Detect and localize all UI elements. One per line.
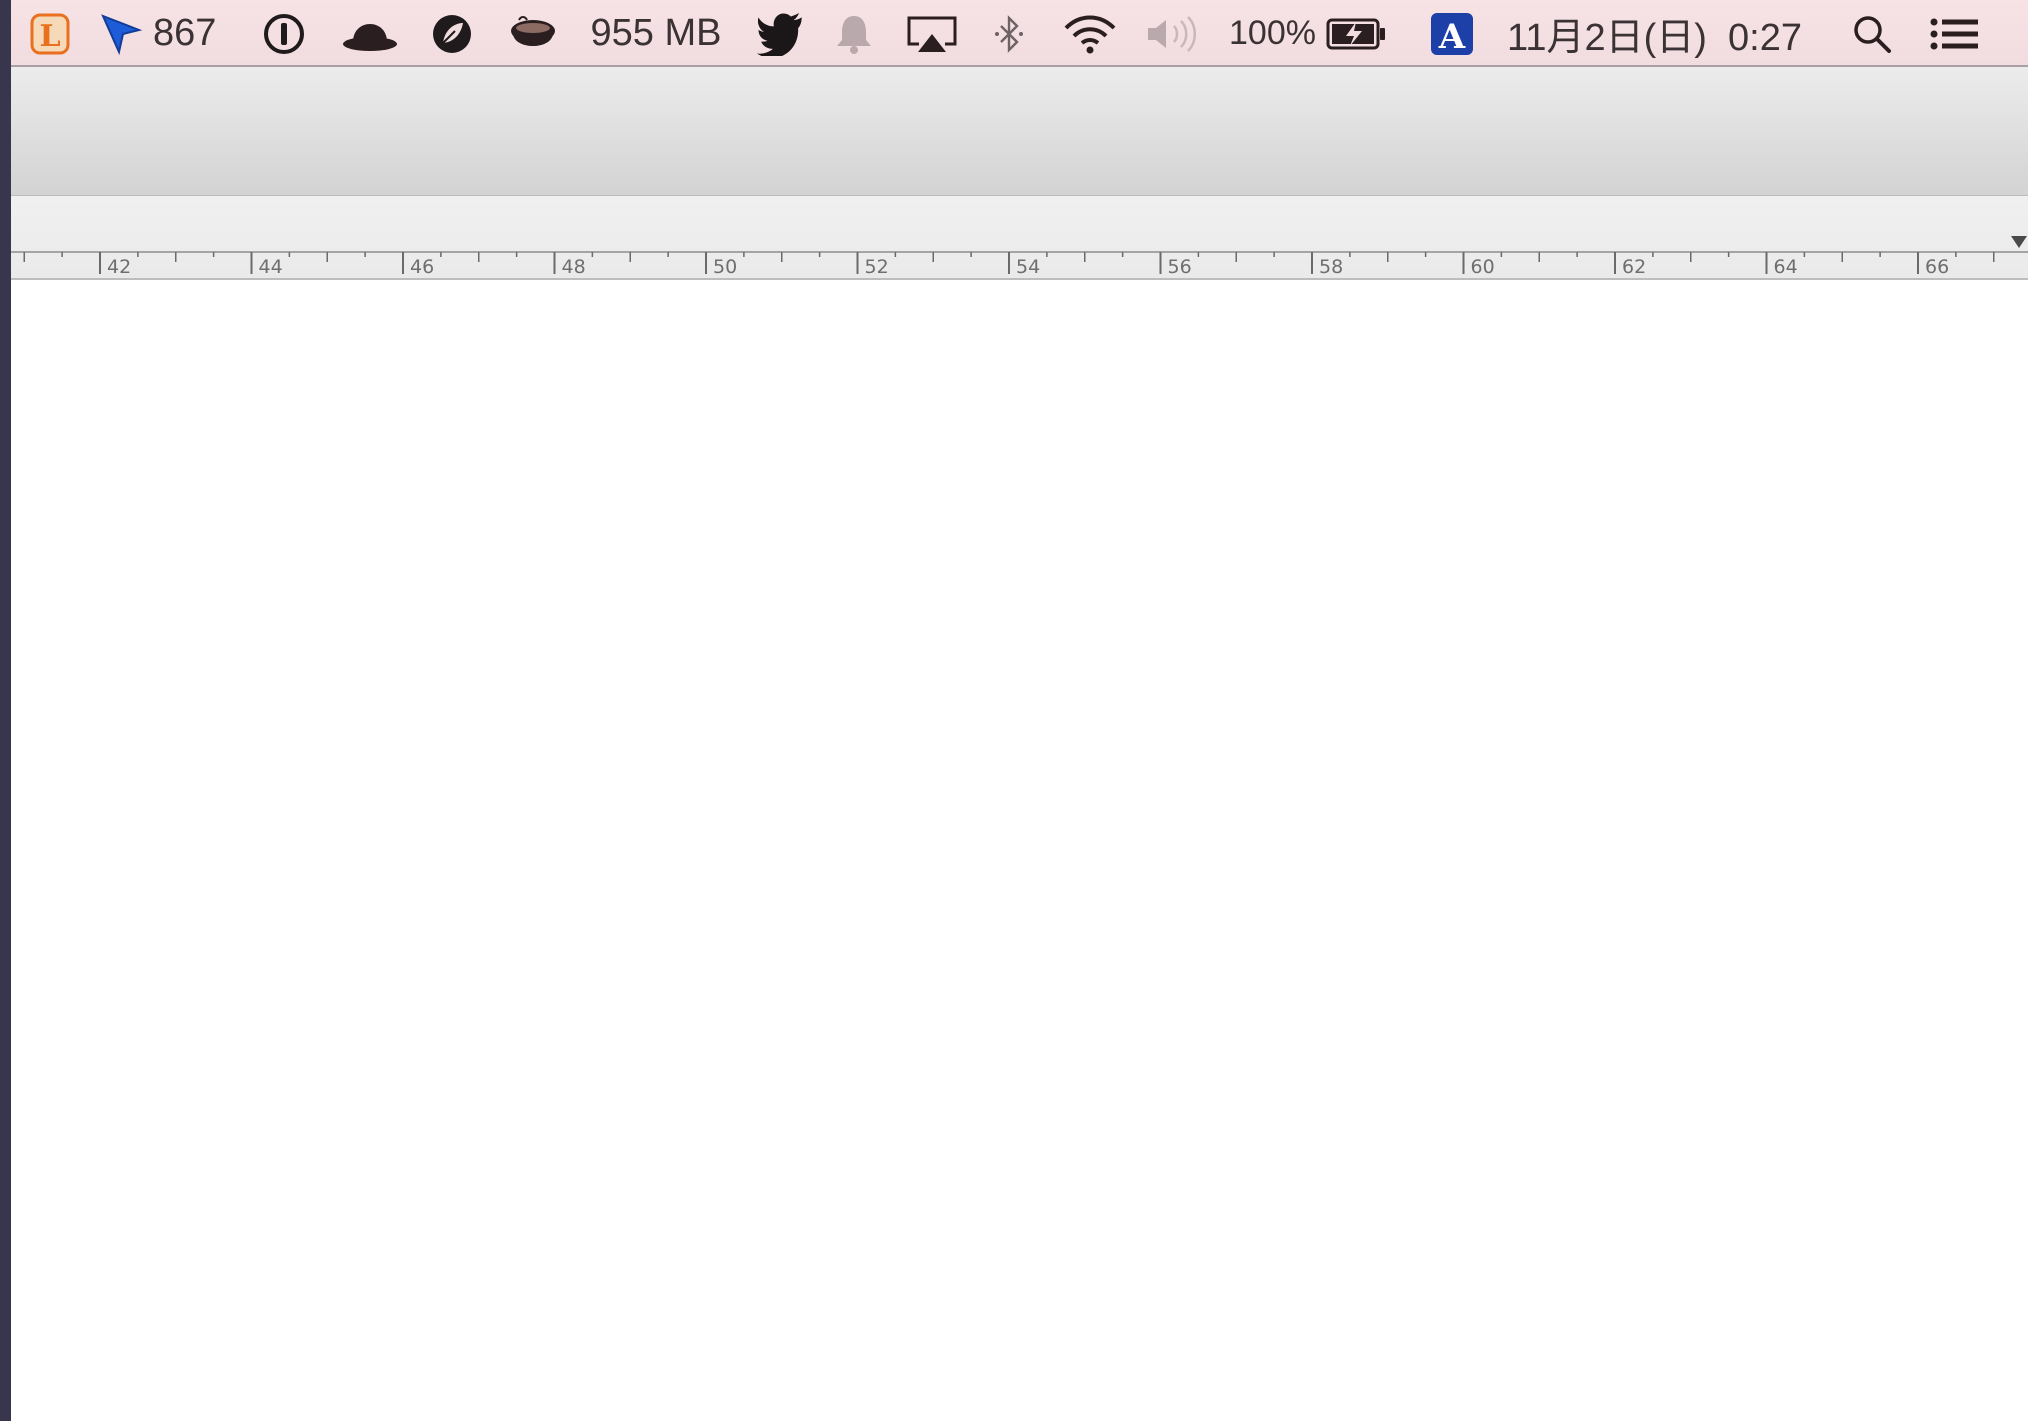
svg-text:A: A bbox=[1438, 17, 1466, 57]
input-source-a-icon[interactable]: A bbox=[1427, 0, 1477, 67]
ruler-label: 50 bbox=[713, 256, 737, 278]
battery-status[interactable]: 100% bbox=[1229, 0, 1405, 67]
bluetooth-icon[interactable] bbox=[991, 0, 1027, 67]
ruler-label: 42 bbox=[107, 256, 131, 278]
ruler-label: 56 bbox=[1168, 256, 1192, 278]
ruler-label: 52 bbox=[865, 256, 889, 278]
document-body[interactable] bbox=[11, 280, 2028, 1421]
cursor-arrow-icon bbox=[99, 12, 143, 56]
screen: L 867 955 MB 100% A 11月2日(日) 0:27 42 44 … bbox=[11, 0, 2028, 1421]
memory-usage[interactable]: 955 MB bbox=[583, 0, 729, 67]
menu-bar: L 867 955 MB 100% A 11月2日(日) 0:27 bbox=[11, 0, 2028, 67]
ruler-label: 60 bbox=[1471, 256, 1495, 278]
cursor-counter[interactable]: 867 bbox=[99, 0, 223, 67]
notification-center-icon[interactable] bbox=[1927, 0, 1983, 67]
window-toolbar bbox=[11, 67, 2028, 196]
airplay-icon[interactable] bbox=[905, 0, 959, 67]
cursor-count: 867 bbox=[153, 12, 217, 54]
svg-text:L: L bbox=[39, 19, 60, 54]
ruler-label: 44 bbox=[259, 256, 283, 278]
notification-bell-icon[interactable] bbox=[833, 0, 875, 67]
twitter-bird-icon[interactable] bbox=[753, 0, 807, 67]
battery-percent: 100% bbox=[1229, 14, 1316, 52]
ruler-label: 48 bbox=[562, 256, 586, 278]
one-password-icon[interactable] bbox=[261, 0, 307, 67]
wifi-icon[interactable] bbox=[1061, 0, 1119, 67]
document-window: 42 44 46 48 50 52 54 56 58 60 62 64 66 bbox=[11, 67, 2028, 1421]
ruler-label: 54 bbox=[1016, 256, 1040, 278]
volume-icon[interactable] bbox=[1143, 0, 1203, 67]
ruler-label: 66 bbox=[1925, 256, 1949, 278]
ruler-label: 62 bbox=[1622, 256, 1646, 278]
spotlight-search-icon[interactable] bbox=[1849, 0, 1895, 67]
battery-charging-icon bbox=[1326, 16, 1388, 52]
right-indent-marker[interactable] bbox=[2011, 236, 2027, 248]
clock[interactable]: 11月2日(日) 0:27 bbox=[1507, 0, 1819, 67]
coffee-cup-icon[interactable] bbox=[505, 0, 561, 67]
ruler-label: 46 bbox=[410, 256, 434, 278]
ruler-label: 58 bbox=[1319, 256, 1343, 278]
ruler[interactable]: 42 44 46 48 50 52 54 56 58 60 62 64 66 bbox=[11, 196, 2028, 280]
lingo-l-icon[interactable]: L bbox=[29, 0, 71, 67]
ruler-label: 64 bbox=[1774, 256, 1798, 278]
leaf-icon[interactable] bbox=[429, 0, 475, 67]
ruler-scale: 42 44 46 48 50 52 54 56 58 60 62 64 66 bbox=[11, 236, 2028, 278]
bowler-hat-icon[interactable] bbox=[341, 0, 399, 67]
